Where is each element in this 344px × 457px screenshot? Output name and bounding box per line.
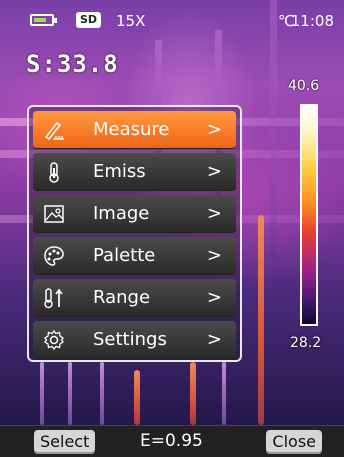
menu-item-label: Emiss [93,161,146,182]
select-button[interactable]: Select [34,430,96,454]
menu-item-label: Range [93,287,151,308]
scale-min-label: 28.2 [290,335,322,351]
menu-item-settings[interactable]: Settings > [33,321,236,359]
main-menu: Measure > Emiss > Image > Palette > Rang… [27,105,242,362]
measure-icon [44,121,64,141]
softkey-bar: Select E=0.95 Close [0,425,344,457]
thermal-wire [190,362,196,425]
scale-max-label: 40.6 [288,78,320,94]
menu-item-range[interactable]: Range > [33,279,236,317]
menu-item-label: Measure [93,119,170,140]
chevron-right-icon: > [206,203,222,224]
thermal-wire [258,215,264,425]
image-icon [44,205,64,223]
clock: 11:08 [290,12,334,30]
status-bar: SD 15X ℃ 11:08 [30,10,334,32]
emissivity-value: E=0.95 [140,431,203,451]
color-scale-bar [300,104,318,326]
spot-temperature: S:33.8 [26,50,119,78]
chevron-right-icon: > [206,119,222,140]
thermal-post [270,0,277,260]
thermal-wire [134,370,140,425]
menu-item-image[interactable]: Image > [33,195,236,233]
chevron-right-icon: > [206,329,222,350]
battery-icon [30,14,57,26]
thermal-wire [40,362,44,425]
gear-icon [44,329,64,351]
chevron-right-icon: > [206,161,222,182]
chevron-right-icon: > [206,245,222,266]
thermal-wire [100,362,104,425]
close-button[interactable]: Close [266,430,322,454]
menu-item-emiss[interactable]: Emiss > [33,153,236,191]
menu-item-label: Image [93,203,150,224]
thermometer-icon [49,162,59,183]
thermal-image-view: SD 15X ℃ 11:08 S:33.8 40.6 28.2 Measure … [0,0,344,425]
menu-item-palette[interactable]: Palette > [33,237,236,275]
menu-item-measure[interactable]: Measure > [33,111,236,149]
palette-icon [44,246,64,266]
chevron-right-icon: > [206,287,222,308]
thermal-wire [222,362,226,425]
menu-item-label: Palette [93,245,156,266]
zoom-level: 15X [116,12,146,30]
sd-card-badge: SD [76,12,102,28]
thermal-wire [68,362,72,425]
range-icon [44,288,63,309]
menu-item-label: Settings [93,329,167,350]
